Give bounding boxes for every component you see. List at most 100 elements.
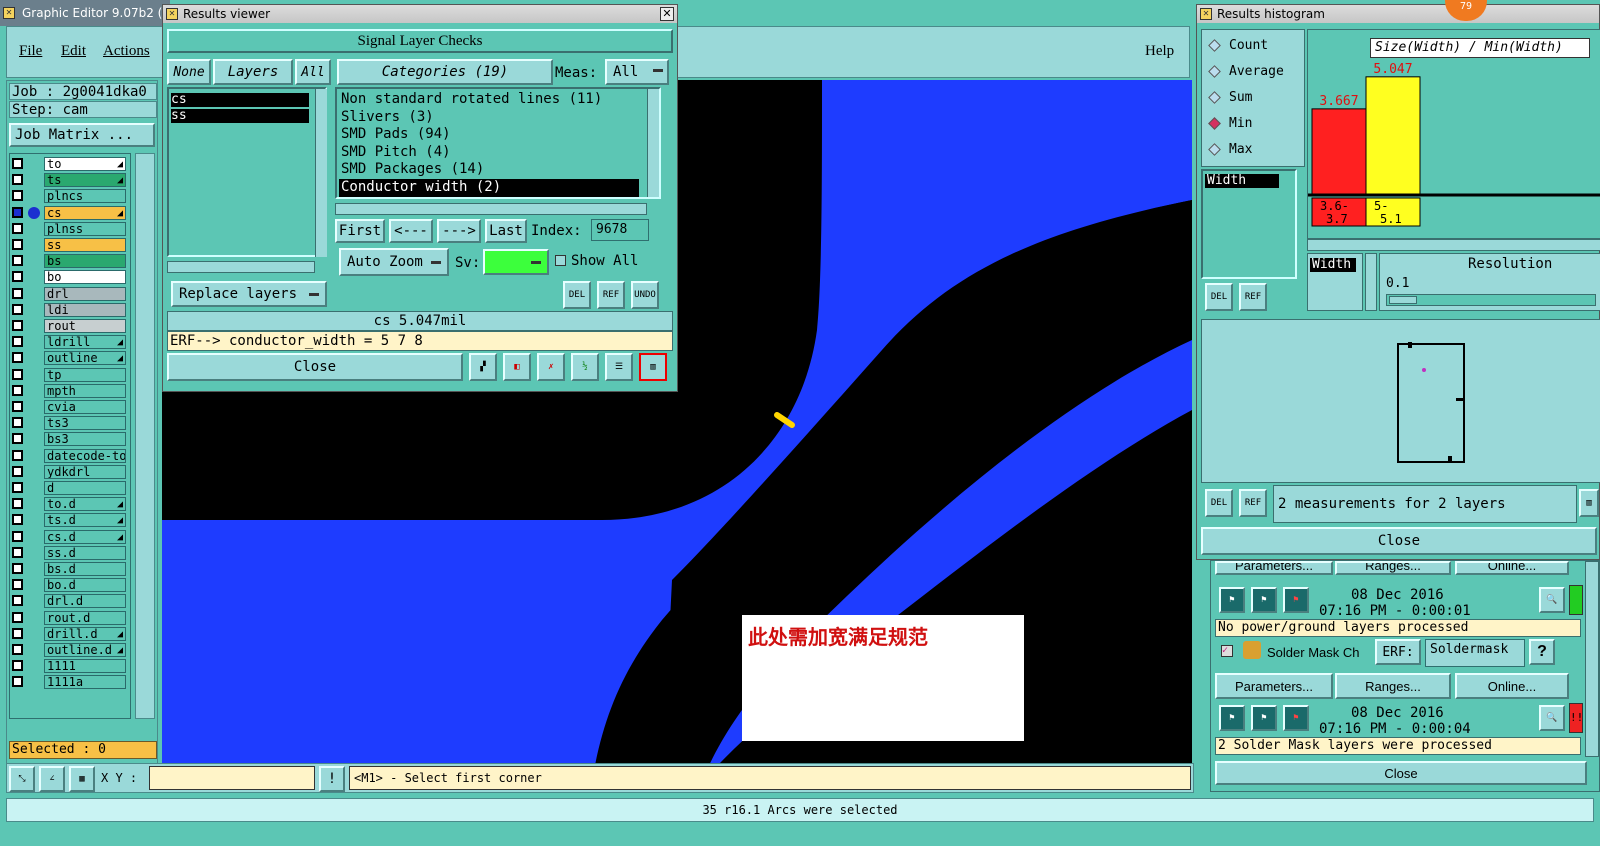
layer-row[interactable]: ss.d (10, 545, 126, 560)
menu-actions[interactable]: Actions (103, 43, 150, 60)
menu-edit[interactable]: Edit (61, 43, 86, 60)
layer-row[interactable]: cvia (10, 400, 126, 414)
layer-checkbox[interactable] (12, 530, 23, 542)
layer-checkbox[interactable] (12, 514, 23, 526)
layer-checkbox[interactable] (12, 433, 23, 445)
job-matrix-button[interactable]: Job Matrix ... (9, 123, 155, 147)
layer-listbox-hscroll[interactable] (167, 261, 315, 273)
online-button[interactable]: Online... (1455, 561, 1569, 575)
histogram-icon[interactable]: ▥ (639, 353, 667, 381)
layer-row[interactable]: plncs (10, 189, 126, 204)
layer-row[interactable]: bs (10, 254, 126, 269)
layer-checkbox[interactable] (12, 465, 23, 477)
alert-icon[interactable]: ! (319, 766, 345, 792)
show-all-checkbox[interactable] (555, 255, 566, 266)
layer-checkbox[interactable] (12, 579, 23, 591)
help-question-button[interactable]: ? (1529, 639, 1555, 665)
layer-row[interactable]: ts3 (10, 416, 126, 431)
layer-checkbox[interactable] (12, 417, 23, 429)
hist-ref-button[interactable]: REF (1239, 283, 1267, 311)
histogram-bar[interactable] (1311, 108, 1367, 195)
layer-checkbox[interactable] (12, 158, 23, 169)
layer-row[interactable]: cs.d ◢ (10, 529, 126, 544)
category-listbox-hscroll[interactable] (335, 203, 647, 215)
layer-checkbox[interactable] (12, 563, 23, 574)
layer-checkbox[interactable] (12, 222, 23, 234)
layer-checkbox[interactable] (12, 401, 23, 412)
layer-checkbox[interactable] (12, 336, 23, 348)
layer-row[interactable]: mpth (10, 383, 126, 398)
all-button[interactable]: All (295, 59, 331, 85)
menu-help[interactable]: Help (1145, 43, 1174, 60)
layer-row[interactable]: ldrill ◢ (10, 335, 126, 350)
layer-name[interactable]: plnss (44, 221, 126, 236)
last-button[interactable]: Last (485, 219, 527, 243)
layer-checkbox[interactable] (12, 239, 23, 250)
layer-name[interactable]: mpth (44, 383, 126, 398)
checklist-close-button[interactable]: Close (1215, 761, 1587, 785)
layer-row[interactable]: drl.d (10, 594, 126, 609)
layer-row[interactable]: bs3 (10, 432, 126, 447)
layer-checkbox[interactable] (12, 644, 23, 655)
zoom-icon[interactable]: 🔍 (1539, 587, 1565, 613)
erf-off-icon[interactable]: ✗ (537, 353, 565, 381)
layer-name[interactable]: d (44, 481, 126, 495)
auto-zoom-button[interactable]: Auto Zoom (339, 248, 449, 276)
layer-row[interactable]: cs ◢ (10, 205, 126, 220)
layer-row[interactable]: rout.d (10, 610, 126, 625)
layer-row[interactable]: ydkdrl (10, 464, 126, 479)
layer-list-item[interactable]: cs (171, 93, 309, 107)
category-item[interactable]: SMD Pitch (4) (339, 144, 639, 162)
mode-max[interactable]: Max (1208, 138, 1252, 160)
layer-name[interactable]: cs ◢ (44, 205, 126, 220)
category-listbox[interactable]: Non standard rotated lines (11) Slivers (… (335, 87, 661, 199)
run-icon[interactable]: ⚑ (1219, 587, 1245, 613)
layer-listbox-scrollbar[interactable] (315, 89, 327, 257)
category-item[interactable]: Slivers (3) (339, 109, 639, 127)
layer-name[interactable]: cvia (44, 400, 126, 414)
resolution-slider[interactable] (1386, 294, 1596, 306)
parameters-button-2[interactable]: Parameters... (1215, 673, 1333, 699)
category-item[interactable]: SMD Packages (14) (339, 161, 639, 179)
solder-mask-checkbox[interactable]: ✓ (1221, 645, 1233, 657)
meas-dropdown[interactable]: All (605, 59, 669, 85)
layer-name[interactable]: drl.d (44, 594, 126, 609)
layer-row[interactable]: d (10, 481, 126, 495)
erf-value[interactable]: Soldermask (1425, 639, 1525, 667)
layer-checkbox[interactable] (12, 611, 23, 623)
histogram-icon[interactable]: ▥ (1579, 489, 1599, 517)
erf-button[interactable]: ERF: (1375, 639, 1421, 665)
sv-dropdown[interactable] (483, 249, 549, 275)
menu-file[interactable]: File (19, 43, 42, 60)
slider-thumb[interactable] (1389, 296, 1417, 304)
layer-checkbox[interactable] (12, 287, 23, 299)
layer-listbox[interactable]: cs ss (167, 87, 327, 257)
checklist-scrollbar[interactable] (1585, 561, 1599, 757)
report-icon[interactable]: ☰ (605, 353, 633, 381)
close-icon[interactable]: ✕ (660, 7, 674, 21)
layer-name[interactable]: bs (44, 254, 126, 269)
ranges-button-2[interactable]: Ranges... (1335, 673, 1451, 699)
layer-checkbox[interactable] (12, 255, 23, 267)
stop-icon[interactable]: ⚑ (1283, 587, 1309, 613)
hist-del-button[interactable]: DEL (1205, 283, 1233, 311)
parameters-button[interactable]: Parameters... (1215, 561, 1333, 575)
layer-name[interactable]: rout (44, 319, 126, 333)
layer-name[interactable]: bo (44, 270, 126, 285)
undo-button[interactable]: UNDO (631, 281, 659, 309)
layer-row[interactable]: bo.d (10, 578, 126, 593)
layer-checkbox[interactable] (12, 676, 23, 688)
histogram-bar[interactable] (1365, 76, 1421, 195)
layer-name[interactable]: tp (44, 367, 126, 382)
none-button[interactable]: None (167, 59, 211, 85)
mode-average[interactable]: Average (1208, 60, 1284, 82)
layer-name[interactable]: ts.d ◢ (44, 513, 126, 528)
prev-button[interactable]: <--- (389, 219, 433, 243)
layer-name[interactable]: drill.d ◢ (44, 626, 126, 641)
layer-name[interactable]: outline.d ◢ (44, 643, 126, 657)
layer-row[interactable]: drill.d ◢ (10, 626, 126, 641)
layer-checkbox[interactable] (12, 368, 23, 380)
histogram-item-list[interactable]: Width (1201, 169, 1297, 279)
preview-ref-button[interactable]: REF (1239, 489, 1267, 517)
width-selector-scrollbar[interactable] (1365, 253, 1377, 311)
